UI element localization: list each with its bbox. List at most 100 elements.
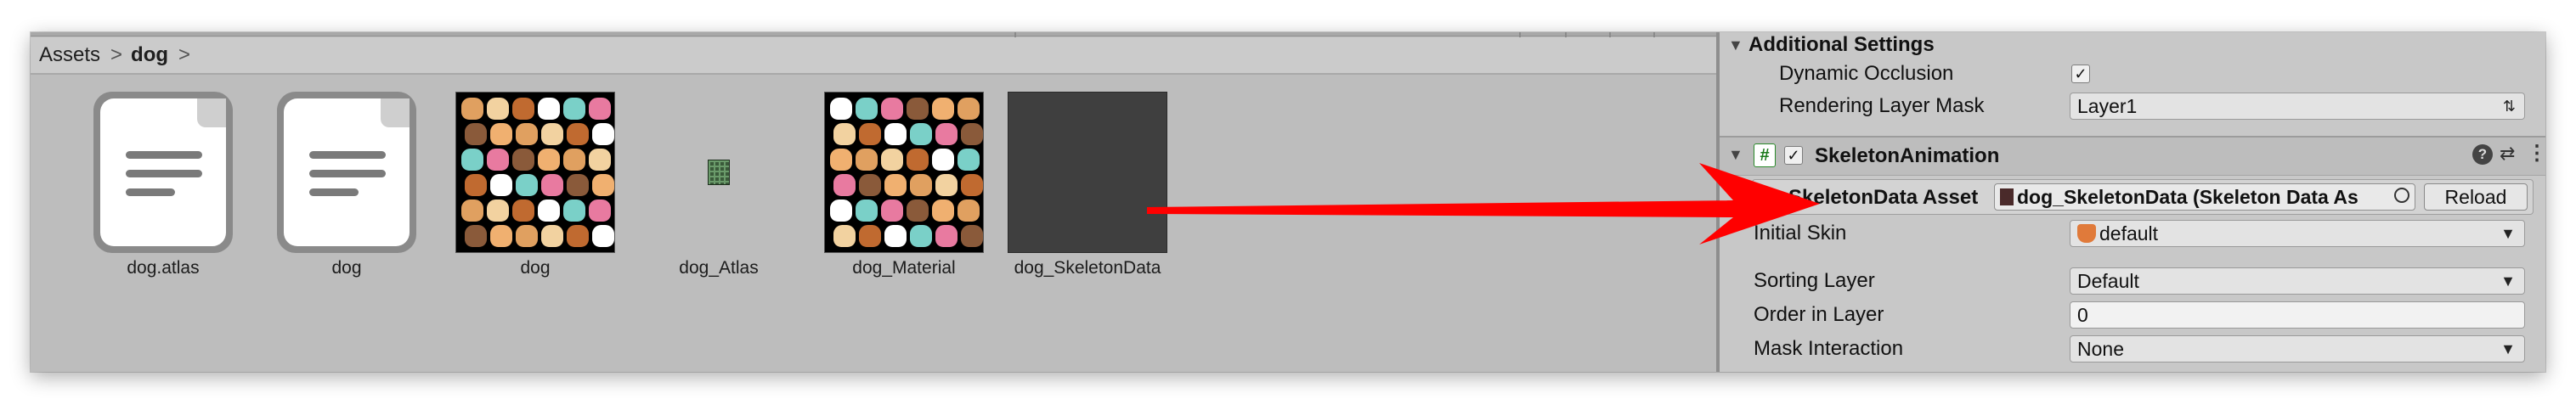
sprite-frame (567, 174, 589, 196)
script-icon: # (1754, 143, 1776, 167)
initial-skin-row: Initial Skin default ▼ (1720, 217, 2545, 250)
sprite-frame (567, 225, 589, 247)
sprite-frame (589, 98, 611, 120)
sprite-frame (932, 98, 954, 120)
asset-item[interactable]: dog_Material (811, 92, 997, 312)
sprite-frame (592, 123, 614, 145)
atlas-asset-icon (708, 92, 730, 185)
mask-interaction-dropdown[interactable]: None ▼ (2070, 335, 2525, 362)
sprite-frame (563, 98, 585, 120)
additional-settings-foldout[interactable]: ▼ Additional Settings (1720, 32, 2545, 58)
asset-item[interactable]: dog_Atlas (625, 92, 812, 312)
asset-name: dog (331, 258, 362, 278)
sprite-frame (567, 123, 589, 145)
sprite-frame (833, 225, 856, 247)
rendering-layer-mask-row: Rendering Layer Mask Layer1 ⇅ (1720, 90, 2545, 122)
sprite-frame (856, 149, 878, 171)
sprite-frame (910, 123, 932, 145)
chevron-down-icon: ▼ (2500, 224, 2516, 242)
sprite-frame (538, 98, 560, 120)
initial-skin-dropdown[interactable]: default ▼ (2070, 220, 2525, 247)
kebab-menu-icon[interactable]: ⋮ (2527, 141, 2545, 166)
sprite-frame (512, 98, 534, 120)
chevron-down-icon: ▼ (2500, 340, 2516, 357)
foldout-triangle-icon[interactable]: ▼ (1728, 146, 1743, 164)
mask-interaction-row: Mask Interaction None ▼ (1720, 333, 2545, 365)
sprite-frame (935, 174, 958, 196)
sprite-frame (541, 225, 563, 247)
field-label: Rendering Layer Mask (1779, 94, 1985, 117)
sprite-frame (958, 149, 980, 171)
sprite-frame (487, 98, 509, 120)
sprite-frame (884, 225, 907, 247)
skeleton-data-icon (2000, 188, 2014, 205)
chevron-right-icon: > (110, 43, 123, 66)
asset-name: dog.atlas (127, 258, 200, 278)
input-value: 0 (2077, 303, 2088, 326)
unity-editor-window: Assets > dog > dog.atlas dog dog dog_Atl… (31, 32, 2545, 372)
object-field-value: dog_SkeletonData (Skeleton Data As (2017, 185, 2359, 208)
sprite-frame (961, 225, 983, 247)
field-label: Order in Layer (1754, 303, 1884, 326)
sprite-frame (884, 123, 907, 145)
sprite-frame (589, 200, 611, 222)
breadcrumb: Assets > dog > (31, 37, 1716, 75)
sprite-frame (833, 174, 856, 196)
sprite-frame (461, 149, 483, 171)
project-panel: Assets > dog > dog.atlas dog dog dog_Atl… (31, 32, 1716, 372)
sprite-frame (961, 174, 983, 196)
asset-item[interactable]: dog (253, 92, 440, 312)
presets-icon[interactable]: ⇄ (2500, 143, 2515, 165)
sorting-layer-dropdown[interactable]: Default ▼ (2070, 267, 2525, 295)
reload-button[interactable]: Reload (2424, 183, 2528, 211)
sprite-frame (461, 200, 483, 222)
sprite-frame (932, 149, 954, 171)
sprite-frame (516, 123, 538, 145)
sprite-frame (859, 174, 881, 196)
field-label: Sorting Layer (1754, 269, 1875, 292)
asset-item[interactable]: dog.atlas (70, 92, 257, 312)
sprite-frame (512, 149, 534, 171)
sprite-frame (856, 200, 878, 222)
component-enabled-checkbox[interactable]: ✓ (1784, 146, 1803, 165)
order-in-layer-input[interactable]: 0 (2070, 301, 2525, 329)
sprite-frame (958, 200, 980, 222)
skeleton-animation-header[interactable]: ▼ # ✓ SkeletonAnimation ? ⇄ ⋮ (1720, 136, 2545, 176)
sprite-frame (881, 149, 903, 171)
text-file-icon (93, 92, 233, 253)
foldout-triangle-icon[interactable]: ▼ (1728, 37, 1743, 54)
sprite-frame (592, 225, 614, 247)
sprite-frame (461, 98, 483, 120)
asset-name: dog_Material (852, 258, 956, 278)
sprite-frame (910, 174, 932, 196)
panel-toolbar (31, 32, 1716, 37)
breadcrumb-dog[interactable]: dog (131, 43, 168, 67)
sprite-frame (935, 225, 958, 247)
asset-item[interactable]: dog_SkeletonData (994, 92, 1181, 312)
sprite-frame (516, 174, 538, 196)
field-label: Dynamic Occlusion (1779, 62, 1954, 85)
sorting-layer-row: Sorting Layer Default ▼ (1720, 265, 2545, 297)
sprite-frame (465, 174, 487, 196)
sprite-frame (833, 123, 856, 145)
chevron-right-icon[interactable]: > (178, 43, 190, 67)
object-picker-icon[interactable] (2394, 188, 2409, 203)
sprite-frame (856, 98, 878, 120)
dropdown-value: None (2077, 337, 2124, 360)
sprite-frame (884, 174, 907, 196)
sprite-frame (935, 123, 958, 145)
spine-bone-icon: ⫶ (1766, 183, 1772, 209)
sprite-frame (538, 200, 560, 222)
sprite-frame (490, 174, 512, 196)
breadcrumb-assets[interactable]: Assets (39, 43, 100, 67)
help-icon[interactable]: ? (2472, 144, 2493, 165)
asset-item[interactable]: dog (442, 92, 629, 312)
rendering-layer-mask-dropdown[interactable]: Layer1 ⇅ (2070, 93, 2525, 120)
sprite-frame (516, 225, 538, 247)
dynamic-occlusion-checkbox[interactable]: ✓ (2071, 65, 2090, 83)
material-thumbnail (824, 92, 984, 253)
field-label: Initial Skin (1754, 222, 1847, 244)
dynamic-occlusion-row: Dynamic Occlusion ✓ (1720, 58, 2545, 90)
skeleton-data-object-field[interactable]: dog_SkeletonData (Skeleton Data As (1994, 183, 2415, 211)
sprite-frame (465, 225, 487, 247)
